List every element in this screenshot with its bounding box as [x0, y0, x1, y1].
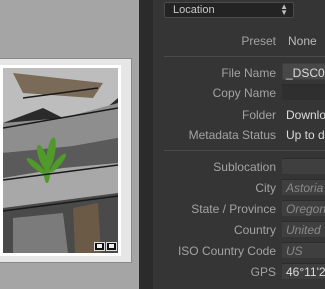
copy-name-row: Copy Name	[153, 83, 325, 103]
grid-view	[0, 0, 139, 289]
preset-row[interactable]: Preset None	[153, 31, 325, 80]
state-row: State / Province Oregon	[153, 199, 325, 219]
file-name-value[interactable]: _DSC05	[286, 66, 325, 80]
dropdown-chevron-icon: ▲ ▼	[280, 2, 288, 17]
metadata-status-value[interactable]: Up to d	[286, 128, 325, 142]
copy-name-field[interactable]	[282, 84, 325, 100]
metadata-view-select[interactable]: Location ▲ ▼	[164, 2, 294, 18]
iso-code-value: US	[286, 244, 303, 258]
iso-code-label: ISO Country Code	[177, 244, 276, 258]
metadata-status-label: Metadata Status	[188, 128, 276, 142]
sublocation-row: Sublocation	[153, 157, 325, 177]
sublocation-label: Sublocation	[213, 160, 276, 174]
iso-code-row: ISO Country Code US	[153, 241, 325, 261]
divider	[164, 150, 325, 151]
folder-row: Folder Downlo	[153, 105, 325, 125]
metadata-panel: Location ▲▼ Preset None File Name _DSC05…	[153, 0, 325, 289]
comment-badge-icon[interactable]	[94, 242, 105, 251]
city-label: City	[255, 181, 276, 195]
gps-label: GPS	[250, 265, 276, 279]
copy-name-label: Copy Name	[212, 86, 276, 100]
thumbnail-cell[interactable]	[0, 58, 132, 263]
gps-value: 46°11'2	[286, 265, 325, 279]
thumbnail-frame	[0, 65, 121, 256]
panel-divider[interactable]	[139, 0, 153, 289]
city-value: Astoria	[286, 181, 324, 195]
virtual-copy-badge-icon[interactable]	[106, 242, 117, 251]
country-row: Country United	[153, 220, 325, 240]
city-row: City Astoria	[153, 178, 325, 198]
gps-row: GPS 46°11'2	[153, 262, 325, 282]
file-name-label: File Name	[221, 66, 276, 80]
state-label: State / Province	[191, 202, 276, 216]
sublocation-field[interactable]	[282, 158, 325, 174]
metadata-status-row: Metadata Status Up to d	[153, 125, 325, 145]
country-label: Country	[233, 223, 276, 237]
preset-value: None	[288, 34, 317, 48]
state-value: Oregon	[286, 202, 325, 216]
folder-label: Folder	[241, 108, 276, 122]
folder-value[interactable]: Downlo	[286, 108, 325, 122]
file-name-row: File Name _DSC05	[153, 63, 325, 83]
metadata-view-select-value: Location	[173, 4, 215, 16]
preset-label: Preset	[241, 34, 276, 48]
thumbnail-image[interactable]	[3, 68, 118, 253]
divider	[164, 56, 325, 57]
country-value: United	[286, 223, 321, 237]
